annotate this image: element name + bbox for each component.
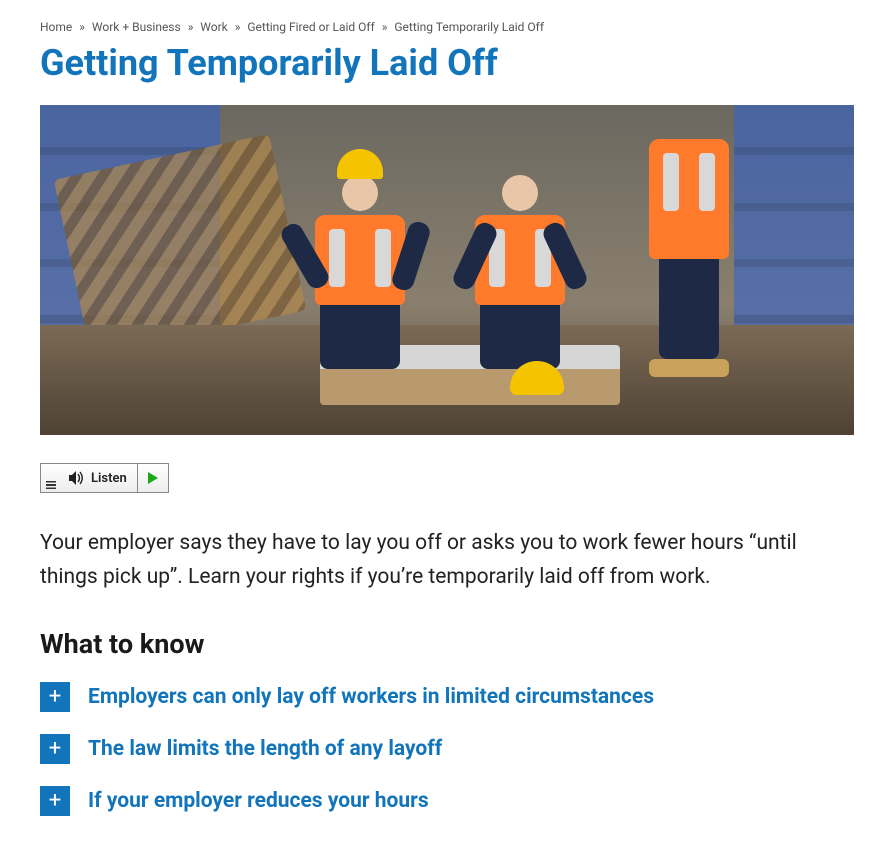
intro-text: Your employer says they have to lay you …	[40, 527, 854, 594]
breadcrumb-link[interactable]: Work	[200, 20, 227, 34]
expand-icon: +	[40, 682, 70, 712]
accordion-item[interactable]: + The law limits the length of any layof…	[40, 734, 854, 764]
accordion-title: The law limits the length of any layoff	[88, 737, 442, 761]
play-icon	[148, 472, 158, 484]
page-title: Getting Temporarily Laid Off	[40, 42, 854, 85]
breadcrumb-separator: »	[79, 20, 85, 34]
breadcrumb-separator: »	[382, 20, 388, 34]
breadcrumb-current: Getting Temporarily Laid Off	[394, 20, 544, 34]
play-button[interactable]	[138, 464, 168, 492]
hero-image	[40, 105, 854, 435]
listen-widget[interactable]: Listen	[40, 463, 169, 493]
breadcrumb-link[interactable]: Work + Business	[92, 20, 181, 34]
listen-label: Listen	[91, 464, 137, 492]
section-heading: What to know	[40, 628, 854, 660]
expand-icon: +	[40, 786, 70, 816]
breadcrumb-separator: »	[188, 20, 194, 34]
accordion-title: Employers can only lay off workers in li…	[88, 685, 654, 709]
speaker-icon	[61, 464, 91, 492]
breadcrumb-separator: »	[235, 20, 241, 34]
breadcrumb-link[interactable]: Home	[40, 20, 72, 34]
expand-icon: +	[40, 734, 70, 764]
accordion-item[interactable]: + If your employer reduces your hours	[40, 786, 854, 816]
breadcrumb-link[interactable]: Getting Fired or Laid Off	[247, 20, 374, 34]
accordion-item[interactable]: + Employers can only lay off workers in …	[40, 682, 854, 712]
listen-menu-button[interactable]	[41, 464, 61, 492]
breadcrumb: Home » Work + Business » Work » Getting …	[40, 20, 854, 34]
accordion-title: If your employer reduces your hours	[88, 789, 429, 813]
menu-icon	[46, 481, 56, 489]
